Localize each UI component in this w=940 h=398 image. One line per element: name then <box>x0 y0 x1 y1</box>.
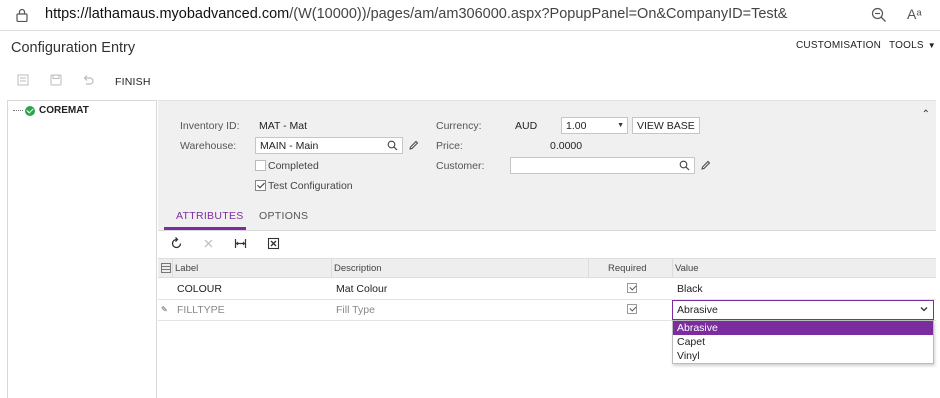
row-edit-indicator-icon: ✎ <box>161 305 168 314</box>
tree-node-coremat[interactable]: COREMAT <box>13 105 89 116</box>
row-description: Mat Colour <box>336 283 388 295</box>
url-field[interactable]: https://lathamaus.myobadvanced.com/(W(10… <box>45 6 787 22</box>
column-header-label[interactable]: Label <box>175 263 198 274</box>
chevron-down-icon <box>920 307 928 312</box>
row-required-checkbox[interactable] <box>627 283 637 293</box>
price-label: Price: <box>436 140 463 152</box>
price-value: 0.0000 <box>550 140 583 152</box>
row-value[interactable]: Black <box>677 283 703 295</box>
row-description: Fill Type <box>336 304 375 316</box>
column-divider <box>331 259 332 278</box>
page-title: Configuration Entry <box>11 40 136 56</box>
tab-bar: ATTRIBUTES OPTIONS <box>158 204 936 231</box>
column-divider <box>672 259 673 278</box>
table-row[interactable]: COLOUR Mat Colour Black <box>158 279 936 300</box>
tools-menu[interactable]: TOOLS ▼ <box>889 40 936 51</box>
option-vinyl[interactable]: Vinyl <box>673 349 933 363</box>
search-icon[interactable] <box>387 140 398 151</box>
row-required-checkbox[interactable] <box>627 304 637 314</box>
edit-pencil-icon[interactable] <box>700 160 711 171</box>
lock-icon <box>16 8 28 22</box>
view-base-button[interactable]: VIEW BASE <box>632 117 700 134</box>
search-icon[interactable] <box>679 160 690 171</box>
column-header-description[interactable]: Description <box>334 263 382 274</box>
save-draft-icon[interactable] <box>16 73 30 87</box>
tree-connector <box>13 110 23 111</box>
header-form: ⌃ Inventory ID: MAT - Mat Warehouse: MAI… <box>158 100 936 204</box>
url-path: /(W(10000))/pages/am/am306000.aspx?Popup… <box>289 6 788 22</box>
grid-settings-icon[interactable] <box>161 263 171 273</box>
currency-rate-value: 1.00 <box>566 120 587 132</box>
currency-rate-select[interactable]: 1.00 ▼ <box>561 117 628 134</box>
test-configuration-label: Test Configuration <box>268 180 353 192</box>
caret-down-icon: ▼ <box>617 122 624 129</box>
grid-header: Label Description Required Value <box>158 258 936 278</box>
warehouse-input[interactable]: MAIN - Main <box>255 137 403 154</box>
value-select-current: Abrasive <box>677 304 718 316</box>
tools-label: TOOLS <box>889 40 924 51</box>
value-options-list: Abrasive Capet Vinyl <box>672 320 934 364</box>
check-circle-icon <box>25 105 35 116</box>
warehouse-value: MAIN - Main <box>260 140 319 152</box>
column-header-required[interactable]: Required <box>608 263 647 274</box>
url-host: https://lathamaus.myobadvanced.com <box>45 6 290 22</box>
delete-row-icon[interactable] <box>202 237 215 250</box>
active-tab-indicator <box>164 227 246 230</box>
column-divider <box>172 259 173 278</box>
grid-toolbar <box>158 231 936 258</box>
customisation-menu[interactable]: CUSTOMISATION <box>796 40 881 51</box>
collapse-chevron-icon[interactable]: ⌃ <box>922 109 930 120</box>
completed-label: Completed <box>268 160 319 172</box>
option-abrasive[interactable]: Abrasive <box>673 321 933 335</box>
main-panel: ⌃ Inventory ID: MAT - Mat Warehouse: MAI… <box>158 100 940 398</box>
finish-button[interactable]: FINISH <box>115 76 151 88</box>
caret-down-icon: ▼ <box>927 41 936 50</box>
inventory-id-value[interactable]: MAT - Mat <box>259 120 307 132</box>
row-label: FILLTYPE <box>177 304 225 316</box>
customer-label: Customer: <box>436 160 485 172</box>
save-icon[interactable] <box>49 73 63 87</box>
completed-checkbox[interactable] <box>255 160 266 171</box>
column-divider <box>588 259 589 278</box>
inventory-id-label: Inventory ID: <box>180 120 240 132</box>
attributes-grid: Label Description Required Value COLOUR … <box>158 258 936 398</box>
export-excel-icon[interactable] <box>267 237 280 250</box>
tab-options[interactable]: OPTIONS <box>259 210 308 222</box>
option-capet[interactable]: Capet <box>673 335 933 349</box>
browser-address-bar: https://lathamaus.myobadvanced.com/(W(10… <box>0 0 940 31</box>
configuration-tree: COREMAT <box>7 100 157 398</box>
tab-attributes[interactable]: ATTRIBUTES <box>176 210 244 222</box>
row-label: COLOUR <box>177 283 222 295</box>
tree-node-label: COREMAT <box>39 105 89 116</box>
zoom-out-icon[interactable] <box>871 7 887 23</box>
customer-input[interactable] <box>510 157 695 174</box>
read-aloud-icon[interactable]: Aᵃ <box>907 6 922 22</box>
edit-pencil-icon[interactable] <box>408 140 419 151</box>
currency-label: Currency: <box>436 120 482 132</box>
test-configuration-checkbox[interactable] <box>255 180 266 191</box>
undo-icon[interactable] <box>81 73 95 87</box>
warehouse-label: Warehouse: <box>180 140 237 152</box>
value-select[interactable]: Abrasive <box>672 300 934 320</box>
column-header-value[interactable]: Value <box>675 263 699 274</box>
fit-columns-icon[interactable] <box>234 237 247 250</box>
refresh-icon[interactable] <box>170 237 183 250</box>
currency-value[interactable]: AUD <box>515 120 537 132</box>
